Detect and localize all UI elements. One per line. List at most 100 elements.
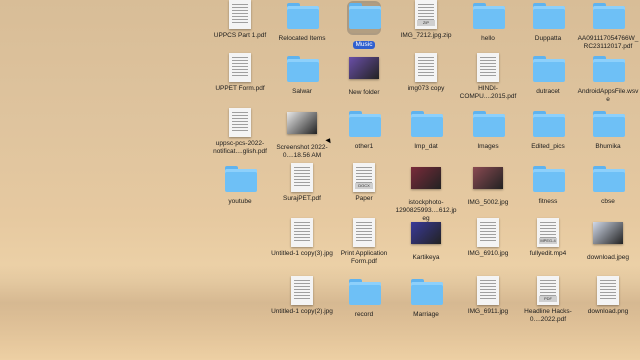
- desktop-item-label: Kartikeya: [412, 254, 440, 261]
- pdf-document-icon: [287, 163, 317, 193]
- desktop-item[interactable]: youtube: [208, 163, 272, 206]
- desktop-item-label: Images: [477, 143, 499, 150]
- desktop-item[interactable]: other1: [332, 108, 396, 151]
- desktop-item-label: Duppatta: [534, 35, 562, 42]
- desktop-item-label: SurajPET.pdf: [283, 195, 321, 202]
- desktop-item[interactable]: DOCX Paper: [332, 163, 396, 203]
- desktop-item[interactable]: Relocated Items: [270, 0, 334, 43]
- desktop-item[interactable]: Imp_dat: [394, 108, 458, 151]
- folder-icon: [225, 166, 257, 196]
- folder-icon: [411, 111, 443, 141]
- folder-icon: [533, 3, 565, 33]
- folder-icon: [347, 1, 381, 35]
- desktop-item-label: img073 copy: [407, 85, 445, 92]
- desktop-item[interactable]: MPEG-4 fullyedit.mp4: [516, 218, 580, 258]
- file-type-tag: PDF: [539, 296, 557, 302]
- desktop-item-label: Screenshot 2022-0....18.56 AM: [276, 144, 328, 159]
- desktop-item[interactable]: download.jpeg: [576, 218, 640, 262]
- desktop-item[interactable]: Music: [332, 0, 396, 51]
- desktop-item[interactable]: Edited_pics: [516, 108, 580, 151]
- docx-document-icon: DOCX: [349, 163, 379, 193]
- desktop-item-label: record: [354, 311, 374, 318]
- desktop-item[interactable]: hello: [456, 0, 520, 43]
- pdf-document-icon: [225, 0, 255, 30]
- desktop-item[interactable]: ZIP IMG_7212.jpg.zip: [394, 0, 458, 40]
- pdf-document-icon: [225, 53, 255, 83]
- desktop-item[interactable]: New folder: [332, 53, 396, 97]
- desktop-item[interactable]: dutracet: [516, 53, 580, 96]
- desktop-item[interactable]: Print Application Form.pdf: [332, 218, 396, 266]
- file-type-tag: MPEG-4: [539, 238, 557, 244]
- desktop-item[interactable]: SurajPET.pdf: [270, 163, 334, 203]
- desktop-item[interactable]: Bhumika: [576, 108, 640, 151]
- desktop-item-label: UPPET Form.pdf: [215, 85, 265, 92]
- folder-icon: [349, 111, 381, 141]
- folder-icon: [533, 56, 565, 86]
- folder-icon: [473, 3, 505, 33]
- desktop-item[interactable]: UPPCS Part 1.pdf: [208, 0, 272, 40]
- desktop-item-label: Salwar: [292, 88, 312, 95]
- image-thumbnail-icon: [593, 222, 623, 252]
- image-document-icon: [473, 218, 503, 248]
- desktop-item-label: IMG_6910.jpg: [467, 250, 509, 257]
- desktop-icon-grid: UPPCS Part 1.pdf Relocated Items Music ZIP I…: [0, 0, 640, 360]
- desktop-item-label: Print Application Form.pdf: [340, 250, 388, 265]
- desktop-item[interactable]: download.png: [576, 276, 640, 316]
- desktop-item[interactable]: UPPET Form.pdf: [208, 53, 272, 93]
- desktop-item-label: AA091117054766W_RC23112017.pdf: [577, 35, 639, 50]
- desktop-item[interactable]: Marriage: [394, 276, 458, 319]
- desktop-item[interactable]: PDF Headline Hacks-0....2022.pdf: [516, 276, 580, 324]
- desktop-item-label: IMG_7212.jpg.zip: [400, 32, 452, 39]
- pdf-document-icon: [225, 108, 255, 138]
- desktop-item[interactable]: IMG_6910.jpg: [456, 218, 520, 258]
- desktop-item[interactable]: Salwar: [270, 53, 334, 96]
- desktop-item-label: youtube: [228, 198, 252, 205]
- desktop-item[interactable]: istockphoto-1290825993....612.jpeg: [394, 163, 458, 223]
- folder-icon: [411, 279, 443, 309]
- folder-icon: [349, 279, 381, 309]
- photo-id-icon: [287, 276, 317, 306]
- desktop-item[interactable]: uppsc-pcs-2022-notificat....glish.pdf: [208, 108, 272, 156]
- desktop-item[interactable]: fitness: [516, 163, 580, 206]
- png-image-icon: [593, 276, 623, 306]
- file-type-tag: DOCX: [355, 183, 373, 189]
- desktop-item[interactable]: AA091117054766W_RC23112017.pdf: [576, 0, 640, 51]
- desktop-item[interactable]: IMG_6911.jpg: [456, 276, 520, 316]
- folder-icon: [473, 111, 505, 141]
- desktop-item-label: Marriage: [413, 311, 439, 318]
- desktop-item[interactable]: record: [332, 276, 396, 319]
- desktop-item-label: download.jpeg: [587, 254, 629, 261]
- desktop-item-label: hello: [481, 35, 495, 42]
- desktop-item-label: Paper: [355, 195, 373, 202]
- desktop-item-label: Untitled-1 copy(3).jpg: [271, 250, 333, 257]
- zip-archive-icon: ZIP: [411, 0, 441, 30]
- desktop-item-label: cbse: [601, 198, 615, 205]
- folder-icon: [287, 3, 319, 33]
- file-type-tag: ZIP: [417, 20, 435, 26]
- desktop-item[interactable]: Screenshot 2022-0....18.56 AM: [270, 108, 334, 160]
- desktop-item[interactable]: HINDI-COMPU....2015.pdf: [456, 53, 520, 101]
- folder-icon: [593, 3, 625, 33]
- desktop-item[interactable]: IMG_5002.jpg: [456, 163, 520, 207]
- desktop-item[interactable]: Duppatta: [516, 0, 580, 43]
- photo-id-icon: [287, 218, 317, 248]
- desktop-item-label: dutracet: [536, 88, 560, 95]
- image-thumbnail-icon: [411, 222, 441, 252]
- desktop-item-label: Headline Hacks-0....2022.pdf: [524, 308, 572, 323]
- desktop-item-label: Imp_dat: [414, 143, 438, 150]
- desktop-item-label: Edited_pics: [531, 143, 565, 150]
- desktop-item-label: Relocated Items: [278, 35, 326, 42]
- desktop-item[interactable]: Untitled-1 copy(3).jpg: [270, 218, 334, 258]
- desktop-item[interactable]: Untitled-1 copy(2).jpg: [270, 276, 334, 316]
- desktop-item[interactable]: img073 copy: [394, 53, 458, 93]
- desktop-item-label: uppsc-pcs-2022-notificat....glish.pdf: [213, 140, 267, 155]
- desktop-item-label: Music: [352, 41, 376, 49]
- desktop-item[interactable]: AndroidAppsFile.wsve: [576, 53, 640, 104]
- folder-icon: [287, 56, 319, 86]
- desktop-item[interactable]: Kartikeya: [394, 218, 458, 262]
- video-file-icon: MPEG-4: [533, 218, 563, 248]
- desktop-item[interactable]: cbse: [576, 163, 640, 206]
- pdf-document-icon: [473, 53, 503, 83]
- desktop-item[interactable]: Images: [456, 108, 520, 151]
- desktop-item-label: Untitled-1 copy(2).jpg: [271, 308, 333, 315]
